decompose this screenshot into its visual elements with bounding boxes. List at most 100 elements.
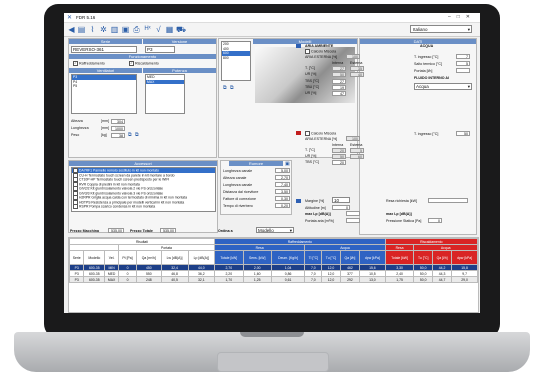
ordina-select[interactable]: Modello ▾	[256, 227, 294, 233]
lunghezza-field[interactable]: 1000	[111, 126, 125, 131]
ordina-label: Ordina a	[218, 229, 233, 233]
aria-ur-interna[interactable]: 50	[332, 72, 346, 77]
window-controls[interactable]: –□✕	[448, 14, 476, 20]
aria-tbu-field[interactable]: 19	[332, 85, 346, 90]
document-icon[interactable]: ▦	[165, 25, 174, 34]
gear-icon[interactable]: ✲	[99, 25, 108, 34]
rumore-label: Altezza canale	[223, 176, 247, 180]
fluido-select[interactable]: Acqua ▾	[414, 83, 472, 90]
altezza-label: Altezza	[71, 119, 83, 123]
risc-ur-interna[interactable]: 50	[332, 154, 346, 159]
peso-field[interactable]: 38	[111, 133, 125, 138]
chart-icon[interactable]: ⌇	[88, 25, 97, 34]
aria-t-interna[interactable]: 27	[332, 66, 346, 71]
print-icon[interactable]: ⎙	[132, 25, 141, 34]
salto-field[interactable]: 5	[456, 61, 470, 66]
aria-tbs-field[interactable]: 27	[332, 79, 346, 84]
back-icon[interactable]: ◀	[67, 25, 76, 34]
col-header[interactable]: Lw [dB(A)]	[160, 250, 189, 265]
col-header[interactable]: dpw [kPa]	[359, 250, 386, 265]
aria-ur-esterna[interactable]: 40	[350, 72, 364, 77]
aria-tbs-label: TBS [°C]	[305, 79, 320, 83]
accessori-list[interactable]: DA7RF1 Pannello remoto sostituto in kit …	[71, 167, 216, 212]
copy-icon[interactable]: ⧉	[223, 85, 227, 91]
table-row[interactable]: P3 600-35 MAX 0 248 40,5 32,1 1,70 1,25 0,61 7,0 12…	[68, 276, 478, 283]
rumore-field[interactable]: 7,40	[275, 182, 290, 187]
risc-calcolo-checkbox[interactable]: Calcolo Miscela	[305, 131, 336, 136]
margine-select[interactable]: 10	[332, 197, 350, 203]
altezza-field[interactable]: 304	[111, 119, 125, 124]
cart-icon[interactable]: ⛟	[176, 25, 186, 34]
col-header[interactable]: Pt [Pa]	[117, 250, 138, 265]
col-header[interactable]: Qa [l/h]	[339, 250, 361, 265]
checkbox-icon	[305, 131, 310, 136]
acqua-t-ingresso-field[interactable]: 7	[456, 54, 470, 59]
col-header[interactable]: Lp [dB(A)]	[187, 250, 215, 265]
risc-t-esterna[interactable]: 5	[350, 148, 364, 153]
risc-ur-esterna[interactable]: 60	[350, 154, 364, 159]
portata-field[interactable]	[456, 68, 470, 73]
altitudine-field[interactable]: 0	[332, 205, 350, 210]
col-header[interactable]: Modello	[83, 250, 106, 265]
copy-icon[interactable]: ⧉	[128, 132, 132, 138]
risc-t-interna[interactable]: 20	[332, 148, 346, 153]
measure-icon[interactable]: √	[154, 25, 163, 34]
rumore-field[interactable]: 2,70	[275, 175, 290, 180]
ordina-value: Modello	[258, 228, 274, 233]
col-header[interactable]: Serie	[68, 250, 85, 265]
rumore-field[interactable]: 3,50	[275, 189, 290, 194]
col-header[interactable]: Deum. [Kg/h]	[270, 250, 306, 265]
col-header[interactable]: Tu [°C]	[321, 250, 341, 265]
aria-ur2-field[interactable]: 47	[332, 91, 346, 96]
risc-aria-esterna-field[interactable]: 100	[346, 136, 360, 141]
pressione-field[interactable]: 0	[428, 218, 442, 223]
aria-t-esterna[interactable]: 35	[350, 66, 364, 71]
list-item[interactable]: MAX	[146, 79, 184, 84]
col-header[interactable]: Totale [kW]	[213, 250, 244, 265]
language-select[interactable]: Italiano ▾	[410, 25, 472, 33]
portata-label: Portata [l/h]	[414, 69, 433, 73]
col-header[interactable]: Qa [l/h]	[431, 250, 453, 265]
portata-aria-field[interactable]	[346, 218, 360, 223]
col-header[interactable]: Sens. [kW]	[242, 250, 272, 265]
prezzo-totale-field: 535,00	[160, 228, 176, 233]
col-header[interactable]: Tl [°C]	[304, 250, 323, 265]
aria-calcolo-checkbox[interactable]: Calcolo Miscela	[305, 49, 336, 54]
resa-richiesta-field[interactable]	[428, 198, 468, 203]
copy-icon[interactable]: ⧉	[230, 85, 234, 91]
forward-icon[interactable]: ▤	[77, 25, 86, 34]
rumore-field[interactable]: 0,20	[275, 203, 290, 208]
ventilatori-list[interactable]: P3 P4 P5	[71, 74, 137, 114]
serie-header: Serie	[69, 39, 142, 44]
col-header[interactable]: Vel.	[104, 250, 119, 265]
list-item[interactable]: P5	[72, 84, 136, 89]
max-lp-field[interactable]	[346, 211, 360, 216]
rumore-field[interactable]: 0,30	[275, 196, 290, 201]
riscaldamento-checkbox[interactable]: ✓ Riscaldamento	[129, 61, 159, 66]
risc-tbs-field[interactable]: 20	[332, 160, 346, 165]
altitudine-label: Altitudine [m]	[305, 206, 326, 210]
bar-chart-icon[interactable]: ▥	[110, 25, 119, 34]
col-header[interactable]: dpw [kPa]	[451, 250, 478, 265]
col-header[interactable]: Qa [m³/h]	[136, 250, 162, 265]
list-item[interactable]: RSPR Pompa scarico condensa in kit non m…	[72, 204, 215, 209]
heating-badge-icon	[296, 131, 301, 135]
potenza-list[interactable]: MED MAX	[145, 74, 185, 114]
paste-icon[interactable]: ▣	[121, 25, 130, 34]
risc-t-ingresso-field[interactable]: 50	[456, 131, 470, 136]
versione-select[interactable]: P3	[145, 46, 175, 53]
toolbar: ◀ ▤ ⌇ ✲ ▥ ▣ ⎙ Hˣ √ ▦ ⛟ Italiano ▾	[64, 23, 480, 37]
modelli-list[interactable]: 200 400 600 800	[221, 41, 251, 81]
serie-select[interactable]: REVERSO-361	[71, 46, 137, 53]
save-icon[interactable]: ▣	[285, 161, 290, 167]
formula-icon[interactable]: Hˣ	[143, 25, 152, 34]
risc-t-ingresso-label: T. ingresso [°C]	[414, 132, 439, 136]
aria-esterna-field[interactable]: 100	[346, 54, 360, 59]
cell: 12,0	[321, 276, 341, 283]
list-item[interactable]: 800	[222, 56, 250, 61]
rumore-field[interactable]: 5,00	[275, 168, 290, 173]
col-header[interactable]: Totale [kW]	[384, 250, 415, 265]
col-header[interactable]: Tu [°C]	[413, 250, 433, 265]
raffreddamento-checkbox[interactable]: ✓ Raffreddamento	[73, 61, 105, 66]
copy-icon[interactable]: ⧉	[135, 132, 139, 138]
